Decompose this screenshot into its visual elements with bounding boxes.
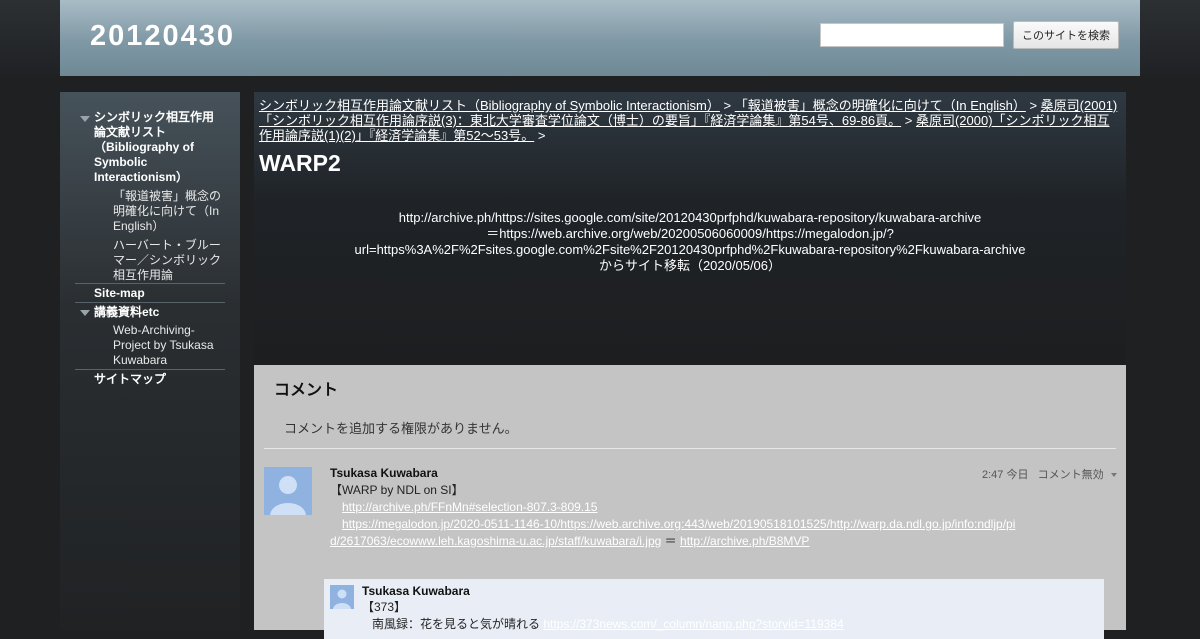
page-body: http://archive.ph/https://sites.google.c… xyxy=(344,210,1036,274)
chevron-down-icon[interactable] xyxy=(1110,473,1117,478)
comment-meta: 2:47 今日 コメント無効 xyxy=(982,466,1117,482)
breadcrumb-link-media-damage[interactable]: 「報道被害」概念の明確化に向けて（In English） xyxy=(735,98,1026,113)
sidebar-item-sitemap-jp[interactable]: サイトマップ xyxy=(94,372,166,387)
reply-line: 南風録：花を見ると気が晴れる xyxy=(372,617,541,631)
body-line: からサイト移転（2020/05/06） xyxy=(598,258,782,273)
user-silhouette-icon xyxy=(264,467,312,515)
sidebar-item-bibliography[interactable]: シンボリック相互作用論文献リスト（Bibliography of Symboli… xyxy=(94,110,224,185)
breadcrumb: シンボリック相互作用論文献リスト（Bibliography of Symboli… xyxy=(259,98,1119,143)
sidebar-item-lectures[interactable]: 講義資料etc xyxy=(94,305,159,320)
comment-link[interactable]: http://archive.ph/B8MVP xyxy=(680,534,809,548)
breadcrumb-separator: > xyxy=(723,98,732,113)
reply-comment: Tsukasa Kuwabara 【373】 南風録：花を見ると気が晴れる ht… xyxy=(324,579,1104,639)
page-title: WARP2 xyxy=(259,150,341,176)
search-input[interactable] xyxy=(820,23,1004,47)
disable-comment-link[interactable]: コメント無効 xyxy=(1038,469,1104,481)
sidebar-divider xyxy=(75,369,225,370)
comment-time: 2:47 今日 xyxy=(982,469,1029,481)
comment-author[interactable]: Tsukasa Kuwabara xyxy=(330,466,438,480)
sidebar-item-web-archiving[interactable]: Web-Archiving-Project by Tsukasa Kuwabar… xyxy=(113,323,225,368)
sidebar-divider xyxy=(75,283,225,284)
reply-link[interactable]: https://373news.com/_column/nanp.php?sto… xyxy=(543,617,843,631)
breadcrumb-separator: > xyxy=(1029,98,1038,113)
sidebar-divider xyxy=(75,302,225,303)
comment-body: 【WARP by NDL on SI】 http://archive.ph/FF… xyxy=(330,482,1020,550)
reply-author[interactable]: Tsukasa Kuwabara xyxy=(362,584,470,598)
sidebar-item-site-map[interactable]: Site-map xyxy=(94,286,145,301)
sidebar-nav: シンボリック相互作用論文献リスト（Bibliography of Symboli… xyxy=(60,92,240,630)
comments-divider xyxy=(264,448,1116,449)
body-line: http://archive.ph/https://sites.google.c… xyxy=(398,210,982,225)
comment-link[interactable]: http://archive.ph/FFnMn#selection-807.3-… xyxy=(342,500,597,514)
user-silhouette-icon xyxy=(330,585,354,609)
expand-triangle-icon[interactable] xyxy=(80,116,90,122)
main-content: シンボリック相互作用論文献リスト（Bibliography of Symboli… xyxy=(254,92,1126,365)
comment-line: 【WARP by NDL on SI】 xyxy=(330,483,464,497)
comments-title: コメント xyxy=(274,382,339,399)
breadcrumb-separator: > xyxy=(904,113,913,128)
comments-permission-notice: コメントを追加する権限がありません。 xyxy=(284,421,518,436)
expand-triangle-icon[interactable] xyxy=(80,310,90,316)
comments-section: コメント コメントを追加する権限がありません。 Tsukasa Kuwabara… xyxy=(254,365,1126,639)
avatar xyxy=(330,585,354,609)
body-line: ＝https://web.archive.org/web/20200506060… xyxy=(354,226,1026,257)
search-button[interactable]: このサイトを検索 xyxy=(1013,21,1119,49)
site-header: 20120430 このサイトを検索 xyxy=(60,0,1140,76)
reply-body: 【373】 南風録：花を見ると気が晴れる https://373news.com… xyxy=(362,599,1092,633)
reply-line: 【373】 xyxy=(362,600,407,614)
avatar xyxy=(264,467,312,515)
sidebar-item-blumer[interactable]: ハーバート・ブルーマー／シンボリック相互作用論 xyxy=(113,238,225,283)
site-title[interactable]: 20120430 xyxy=(90,20,235,53)
sidebar-item-media-damage[interactable]: 「報道被害」概念の明確化に向けて（In English） xyxy=(113,189,225,234)
breadcrumb-separator: > xyxy=(537,128,546,143)
breadcrumb-link-bibliography[interactable]: シンボリック相互作用論文献リスト（Bibliography of Symboli… xyxy=(259,98,720,113)
comment-equals: ＝ xyxy=(664,534,677,548)
